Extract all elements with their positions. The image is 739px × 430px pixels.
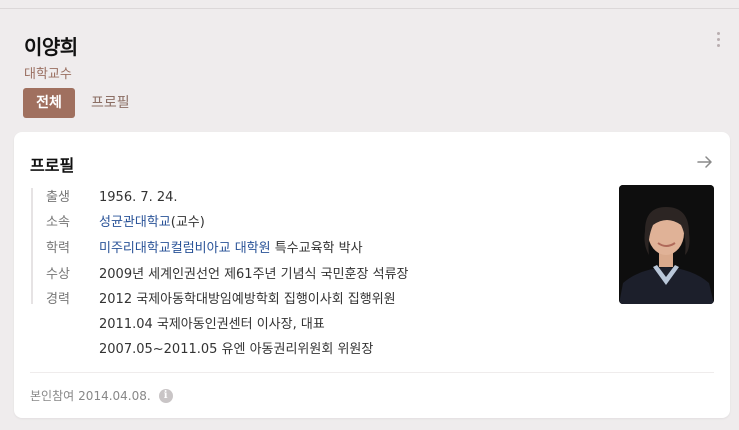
birth-row: 출생 1956. 7. 24. (46, 185, 178, 210)
profile-header: 이양희 대학교수 전체 프로필 (0, 9, 739, 130)
career-row-continued: 2011.04 국제아동인권센터 이사장, 대표 (99, 312, 325, 337)
footer: 본인참여 2014.04.08. i (30, 387, 173, 404)
education-row: 학력 미주리대학교컬럼비아교 대학원 특수교육학 박사 (46, 236, 363, 261)
tab-all[interactable]: 전체 (23, 88, 75, 118)
education-link[interactable]: 미주리대학교컬럼비아교 대학원 (99, 241, 271, 256)
education-suffix: 특수교육학 박사 (270, 241, 363, 256)
career-label: 경력 (46, 292, 70, 307)
affiliation-row: 소속 성균관대학교(교수) (46, 210, 205, 235)
affiliation-label: 소속 (46, 215, 70, 230)
birth-value: 1956. 7. 24. (99, 190, 178, 205)
tab-profile[interactable]: 프로필 (91, 88, 130, 118)
self-participation-label: 본인참여 (30, 389, 75, 403)
profile-card: 프로필 출생 1956. 7. 24. 소속 성균관대학교(교수) 학력 미주리대학교… (14, 132, 730, 418)
award-label: 수상 (46, 267, 70, 282)
career-item: 2012 국제아동학대방임예방학회 집행이사회 집행위원 (99, 292, 396, 307)
person-occupation: 대학교수 (24, 67, 72, 82)
career-item: 2007.05~2011.05 유엔 아동권리위원회 위원장 (99, 342, 374, 357)
info-vertical-line (31, 188, 33, 304)
career-row-continued: 2007.05~2011.05 유엔 아동권리위원회 위원장 (99, 337, 373, 362)
affiliation-link[interactable]: 성균관대학교 (99, 215, 171, 230)
footer-divider (30, 372, 714, 373)
affiliation-suffix: (교수) (170, 215, 205, 230)
birth-label: 출생 (46, 190, 70, 205)
award-row: 수상 2009년 세계인권선언 제61주년 기념식 국민훈장 석류장 (46, 262, 409, 287)
career-row: 경력 2012 국제아동학대방임예방학회 집행이사회 집행위원 (46, 287, 396, 312)
arrow-right-icon[interactable] (696, 153, 714, 171)
person-name: 이양희 (24, 35, 78, 59)
more-options-icon[interactable] (710, 32, 726, 52)
profile-card-title: 프로필 (30, 156, 75, 175)
award-value: 2009년 세계인권선언 제61주년 기념식 국민훈장 석류장 (99, 267, 409, 282)
education-label: 학력 (46, 241, 70, 256)
profile-photo[interactable] (619, 185, 714, 304)
career-item: 2011.04 국제아동인권센터 이사장, 대표 (99, 317, 325, 332)
info-icon[interactable]: i (158, 388, 173, 403)
participation-date: 2014.04.08. (78, 388, 151, 403)
